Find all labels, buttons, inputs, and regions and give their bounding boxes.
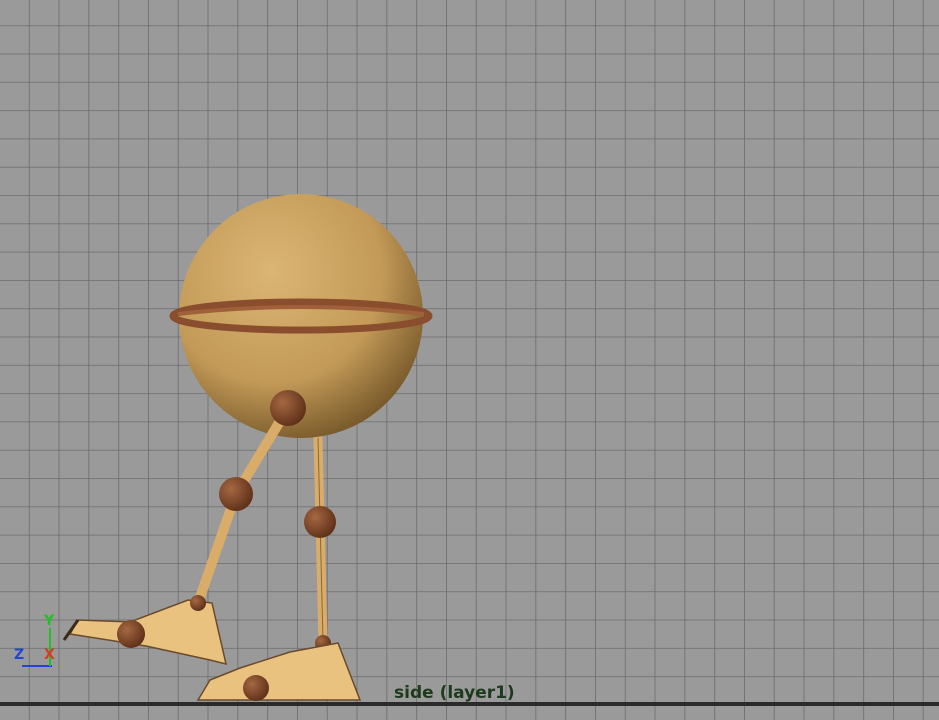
axis-z-label: Z bbox=[14, 647, 25, 663]
back-knee-joint[interactable] bbox=[304, 506, 336, 538]
axis-y-label: Y bbox=[44, 613, 55, 629]
viewport-scene[interactable] bbox=[0, 0, 939, 720]
axis-x-label: X bbox=[44, 647, 55, 663]
back-toe-joint[interactable] bbox=[243, 675, 269, 701]
hip-joint[interactable] bbox=[270, 390, 306, 426]
viewport-grid bbox=[0, 0, 939, 720]
front-toe-joint[interactable] bbox=[117, 620, 145, 648]
front-ankle-joint[interactable] bbox=[190, 595, 206, 611]
camera-label: side (layer1) bbox=[394, 683, 515, 703]
front-knee-joint[interactable] bbox=[219, 477, 253, 511]
side-viewport[interactable]: Y Z X side (layer1) bbox=[0, 0, 939, 720]
